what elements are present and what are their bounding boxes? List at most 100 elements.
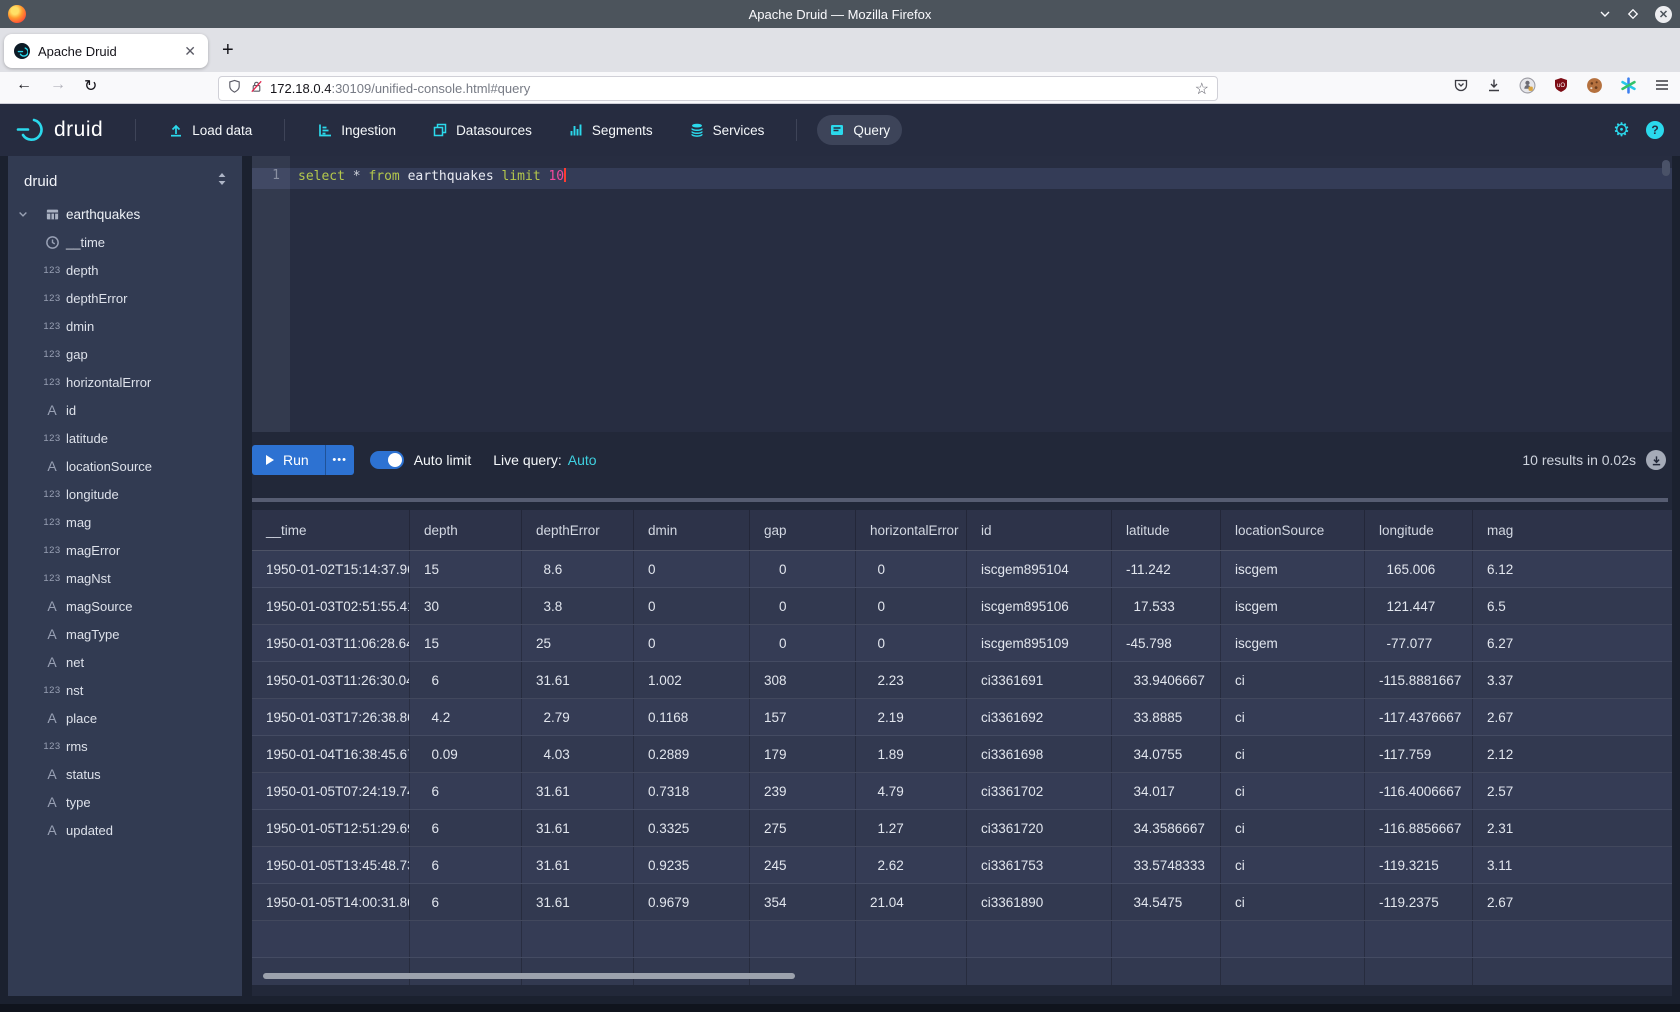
cell-horizontalError[interactable]: 0 [856, 625, 967, 661]
column-header-dmin[interactable]: dmin [634, 510, 750, 550]
cell-latitude[interactable]: 33.9406667 [1112, 662, 1221, 698]
cell-depthError[interactable]: 31.61 [522, 810, 634, 846]
cell-latitude[interactable]: -11.242 [1112, 551, 1221, 587]
cell-__time[interactable]: 1950-01-05T14:00:31.860Z [252, 884, 410, 920]
cell-mag[interactable]: 6.27 [1473, 625, 1672, 661]
cell-latitude[interactable]: 34.017 [1112, 773, 1221, 809]
nav-item-segments[interactable]: Segments [556, 115, 665, 145]
tree-column-mag[interactable]: 123mag [8, 508, 242, 536]
sql-text[interactable]: select * from earthquakes limit 10 [298, 168, 566, 189]
cell-latitude[interactable]: 34.0755 [1112, 736, 1221, 772]
cell-horizontalError[interactable]: 1.89 [856, 736, 967, 772]
cell-__time[interactable]: 1950-01-03T17:26:38.860Z [252, 699, 410, 735]
cell-latitude[interactable]: 34.5475 [1112, 884, 1221, 920]
back-button[interactable]: ← [16, 76, 32, 94]
cell-horizontalError[interactable]: 21.04 [856, 884, 967, 920]
downloads-icon[interactable] [1486, 77, 1502, 98]
cell-gap[interactable]: 0 [750, 551, 856, 587]
tree-column-place[interactable]: Aplace [8, 704, 242, 732]
cell-depthError[interactable]: 31.61 [522, 847, 634, 883]
cell-longitude[interactable]: -115.8881667 [1365, 662, 1473, 698]
cell-mag[interactable]: 2.67 [1473, 699, 1672, 735]
cell-__time[interactable]: 1950-01-03T11:26:30.040Z [252, 662, 410, 698]
cell-depth[interactable]: 0.09 [410, 736, 522, 772]
cell-id[interactable]: ci3361753 [967, 847, 1112, 883]
tree-column-dmin[interactable]: 123dmin [8, 312, 242, 340]
cell-locationSource[interactable]: ci [1221, 773, 1365, 809]
cell-__time[interactable]: 1950-01-02T15:14:37.960Z [252, 551, 410, 587]
splitter-handle[interactable] [252, 498, 1668, 502]
cell-longitude[interactable]: -119.3215 [1365, 847, 1473, 883]
cell-horizontalError[interactable]: 4.79 [856, 773, 967, 809]
cell-depthError[interactable]: 31.61 [522, 773, 634, 809]
tree-column-id[interactable]: Aid [8, 396, 242, 424]
cell-locationSource[interactable]: ci [1221, 884, 1365, 920]
cell-depthError[interactable]: 31.61 [522, 884, 634, 920]
cell-mag[interactable]: 6.5 [1473, 588, 1672, 624]
cell-depth[interactable]: 30 [410, 588, 522, 624]
chevron-down-icon[interactable] [8, 208, 38, 220]
sort-columns-icon[interactable] [216, 172, 228, 190]
cell-dmin[interactable]: 0.9235 [634, 847, 750, 883]
column-header-depth[interactable]: depth [410, 510, 522, 550]
cell-horizontalError[interactable]: 2.19 [856, 699, 967, 735]
cell-gap[interactable]: 179 [750, 736, 856, 772]
live-query-value[interactable]: Auto [568, 452, 597, 468]
run-button[interactable]: Run [252, 445, 325, 475]
nav-item-ingestion[interactable]: Ingestion [305, 115, 408, 145]
cell-id[interactable]: ci3361702 [967, 773, 1112, 809]
cell-dmin[interactable]: 1.002 [634, 662, 750, 698]
ublock-icon[interactable]: uO [1553, 77, 1569, 98]
column-header-locationSource[interactable]: locationSource [1221, 510, 1365, 550]
cell-locationSource[interactable]: ci [1221, 699, 1365, 735]
help-icon[interactable]: ? [1646, 121, 1664, 139]
cell-mag[interactable]: 6.12 [1473, 551, 1672, 587]
tree-column-longitude[interactable]: 123longitude [8, 480, 242, 508]
tree-column-nst[interactable]: 123nst [8, 676, 242, 704]
cell-mag[interactable]: 3.11 [1473, 847, 1672, 883]
nav-item-services[interactable]: Services [677, 115, 777, 145]
cell-gap[interactable]: 157 [750, 699, 856, 735]
window-close-icon[interactable]: ✕ [1655, 6, 1672, 23]
cell-depth[interactable]: 4.2 [410, 699, 522, 735]
cell-__time[interactable]: 1950-01-05T13:45:48.730Z [252, 847, 410, 883]
cell-longitude[interactable]: 121.447 [1365, 588, 1473, 624]
cell-mag[interactable]: 2.12 [1473, 736, 1672, 772]
tree-column-__time[interactable]: __time [8, 228, 242, 256]
nav-item-query[interactable]: Query [817, 115, 902, 145]
cell-longitude[interactable]: -117.4376667 [1365, 699, 1473, 735]
cell-id[interactable]: iscgem895109 [967, 625, 1112, 661]
query-editor[interactable]: 1 select * from earthquakes limit 10 [252, 156, 1672, 432]
tree-item-earthquakes[interactable]: earthquakes [8, 200, 242, 228]
cell-dmin[interactable]: 0 [634, 588, 750, 624]
cell-depth[interactable]: 6 [410, 847, 522, 883]
reload-button[interactable]: ↻ [84, 76, 97, 96]
cell-locationSource[interactable]: iscgem [1221, 588, 1365, 624]
cell-dmin[interactable]: 0 [634, 551, 750, 587]
cell-id[interactable]: ci3361698 [967, 736, 1112, 772]
cell-longitude[interactable]: -117.759 [1365, 736, 1473, 772]
cell-mag[interactable]: 2.31 [1473, 810, 1672, 846]
tree-column-gap[interactable]: 123gap [8, 340, 242, 368]
shield-icon[interactable] [227, 79, 242, 99]
settings-gear-icon[interactable]: ⚙ [1613, 119, 1630, 142]
run-more-button[interactable]: ••• [325, 445, 354, 475]
forward-button[interactable]: → [50, 76, 66, 94]
tree-column-latitude[interactable]: 123latitude [8, 424, 242, 452]
cell-depth[interactable]: 6 [410, 662, 522, 698]
cell-__time[interactable]: 1950-01-05T12:51:29.690Z [252, 810, 410, 846]
cell-locationSource[interactable]: ci [1221, 736, 1365, 772]
cell-depth[interactable]: 15 [410, 551, 522, 587]
cell-gap[interactable]: 308 [750, 662, 856, 698]
cell-locationSource[interactable]: iscgem [1221, 551, 1365, 587]
cell-gap[interactable]: 275 [750, 810, 856, 846]
browser-tab[interactable]: Apache Druid ✕ [4, 34, 208, 68]
auto-limit-toggle[interactable] [370, 451, 404, 469]
cell-dmin[interactable]: 0.7318 [634, 773, 750, 809]
cell-dmin[interactable]: 0.1168 [634, 699, 750, 735]
cell-latitude[interactable]: -45.798 [1112, 625, 1221, 661]
menu-icon[interactable] [1654, 77, 1670, 98]
cell-horizontalError[interactable]: 1.27 [856, 810, 967, 846]
cell-dmin[interactable]: 0 [634, 625, 750, 661]
multicolor-extension-icon[interactable] [1620, 77, 1637, 99]
